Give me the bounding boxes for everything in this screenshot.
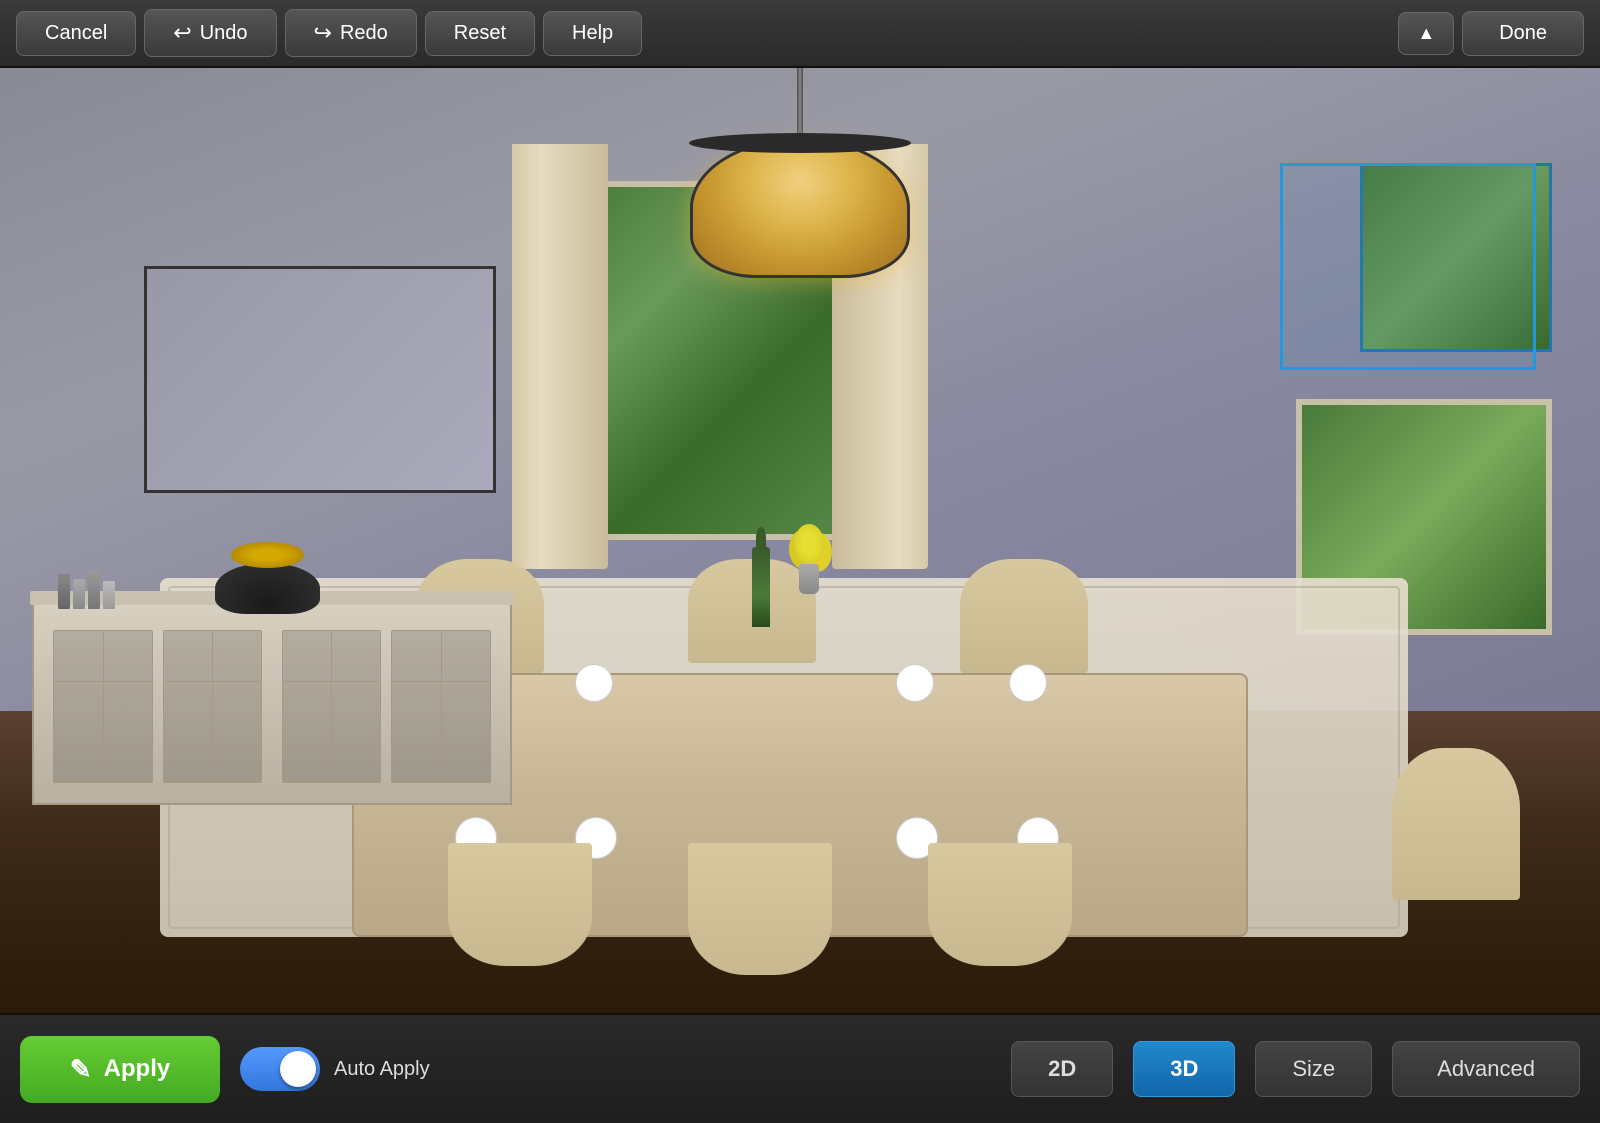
plate — [1009, 664, 1047, 702]
flower-vase — [799, 564, 819, 594]
reset-button[interactable]: Reset — [425, 11, 535, 56]
sideboard-door-2 — [163, 630, 263, 783]
help-button[interactable]: Help — [543, 11, 642, 56]
curtain-left — [512, 144, 608, 569]
top-toolbar: Cancel ↩ Undo ↪ Redo Reset Help ▲ Done — [0, 0, 1600, 68]
book — [103, 581, 115, 609]
sideboard-door-3 — [282, 630, 382, 783]
book — [88, 571, 100, 609]
chandelier-chain — [797, 68, 803, 138]
chair-front-left — [448, 843, 592, 966]
sideboard-door-4 — [391, 630, 491, 783]
books — [58, 538, 153, 609]
size-button[interactable]: Size — [1255, 1041, 1372, 1097]
flower-arrangement — [784, 524, 834, 594]
chandelier-body — [690, 138, 910, 278]
plate — [896, 664, 934, 702]
advanced-button[interactable]: Advanced — [1392, 1041, 1580, 1097]
redo-label: Redo — [340, 22, 388, 45]
redo-icon: ↪ — [314, 20, 332, 46]
auto-apply-label: Auto Apply — [334, 1058, 430, 1081]
canvas-area[interactable] — [0, 68, 1600, 1013]
book — [73, 579, 85, 609]
sideboard — [32, 597, 512, 805]
window-right-top — [1360, 163, 1552, 352]
view-3d-button[interactable]: 3D — [1133, 1041, 1235, 1097]
bottom-toolbar: ✎ Apply Auto Apply 2D 3D Size Advanced — [0, 1013, 1600, 1123]
apply-button[interactable]: ✎ Apply — [20, 1036, 220, 1103]
chair-back-right — [960, 559, 1088, 672]
plate — [575, 664, 613, 702]
book — [58, 574, 70, 609]
wine-bottle — [752, 547, 770, 627]
auto-apply-area: Auto Apply — [240, 1047, 430, 1091]
picture-frame — [144, 266, 496, 493]
view-2d-button[interactable]: 2D — [1011, 1041, 1113, 1097]
chandelier-rim — [689, 133, 911, 153]
chair-front-center — [688, 843, 832, 975]
cancel-button[interactable]: Cancel — [16, 11, 136, 56]
toggle-knob — [280, 1051, 316, 1087]
undo-button[interactable]: ↩ Undo — [144, 9, 276, 57]
room-background — [0, 68, 1600, 1013]
undo-label: Undo — [200, 22, 248, 45]
done-button[interactable]: Done — [1462, 11, 1584, 56]
apply-label: Apply — [104, 1055, 171, 1083]
fruit-bowl — [215, 563, 320, 614]
undo-icon: ↩ — [173, 20, 191, 46]
auto-apply-toggle[interactable] — [240, 1047, 320, 1091]
collapse-button[interactable]: ▲ — [1398, 12, 1454, 55]
sideboard-door-1 — [53, 630, 153, 783]
apply-icon: ✎ — [70, 1054, 92, 1085]
chair-side-right — [1392, 748, 1520, 899]
chair-front-right — [928, 843, 1072, 966]
redo-button[interactable]: ↪ Redo — [285, 9, 417, 57]
chandelier — [690, 68, 910, 278]
